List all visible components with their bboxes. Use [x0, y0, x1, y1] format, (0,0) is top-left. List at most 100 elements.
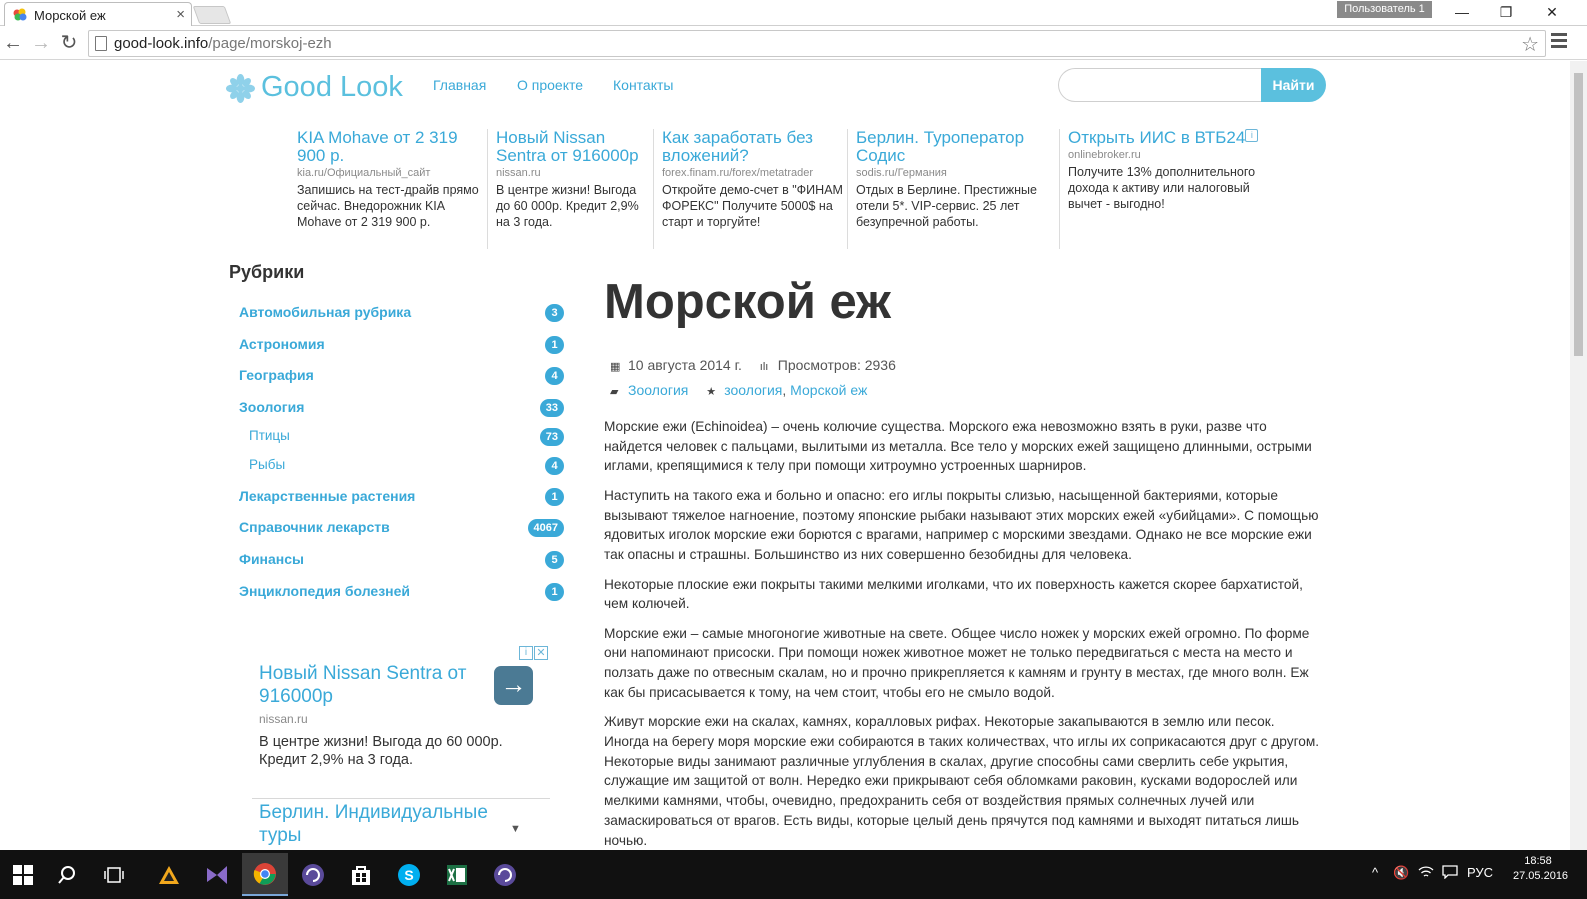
- new-tab-button[interactable]: [192, 6, 232, 24]
- article-category-link[interactable]: Зоология: [628, 382, 688, 398]
- category-item[interactable]: Зоология 33: [229, 397, 566, 419]
- language-indicator[interactable]: РУС: [1467, 865, 1493, 880]
- ad-domain[interactable]: forex.finam.ru/forex/metatrader: [662, 167, 845, 179]
- ad-info-icon[interactable]: i: [1245, 129, 1259, 142]
- browser-tab[interactable]: Морской еж ×: [4, 2, 192, 26]
- ad-domain[interactable]: nissan.ru: [496, 167, 651, 179]
- profile-badge[interactable]: Пользователь 1: [1337, 1, 1432, 18]
- restore-icon[interactable]: ❐: [1484, 0, 1528, 24]
- star-icon: ★: [706, 386, 717, 398]
- tray-chevron-icon[interactable]: ^: [1372, 865, 1378, 880]
- ad-title[interactable]: KIA Mohave от 2 319 900 р.: [297, 129, 485, 165]
- ad-close-icon[interactable]: ✕: [534, 646, 548, 660]
- category-count-badge: 4067: [527, 519, 564, 537]
- category-item[interactable]: Автомобильная рубрика 3: [229, 302, 566, 324]
- page-icon: [95, 36, 107, 51]
- clock-date: 27.05.2016: [1513, 870, 1569, 882]
- search-input[interactable]: [1058, 68, 1263, 102]
- category-count-badge: 5: [545, 551, 564, 569]
- network-icon[interactable]: [1418, 865, 1434, 882]
- ad-unit[interactable]: Берлин. Туроператор Содис sodis.ru/Герма…: [847, 129, 1059, 249]
- back-icon[interactable]: ←: [0, 30, 26, 56]
- divider: [252, 798, 550, 799]
- category-item[interactable]: Справочник лекарств 4067: [229, 517, 566, 539]
- category-item[interactable]: География 4: [229, 365, 566, 387]
- article-paragraph: Наступить на такого ежа и больно и опасн…: [604, 487, 1319, 563]
- category-label[interactable]: Зоология: [239, 399, 304, 415]
- nav-about[interactable]: О проекте: [517, 77, 583, 93]
- ad-domain[interactable]: kia.ru/Официальный_сайт: [297, 167, 485, 179]
- ad-domain[interactable]: sodis.ru/Германия: [856, 167, 1059, 179]
- page-viewport: Good Look Главная О проекте Контакты Най…: [0, 61, 1570, 850]
- nav-home[interactable]: Главная: [433, 77, 486, 93]
- notifications-icon[interactable]: [1442, 865, 1458, 882]
- ad-unit[interactable]: Новый Nissan Sentra от 916000р nissan.ru…: [487, 129, 651, 249]
- ad-info-icon[interactable]: i: [519, 646, 533, 660]
- category-count-badge: 4: [545, 457, 564, 475]
- search-icon[interactable]: [44, 853, 90, 896]
- visual-studio-icon[interactable]: [194, 853, 240, 896]
- scrollbar-thumb[interactable]: [1574, 73, 1583, 356]
- tag-link[interactable]: зоология: [724, 382, 782, 398]
- category-label[interactable]: Птицы: [249, 428, 290, 443]
- minimize-icon[interactable]: —: [1440, 0, 1484, 24]
- ad-title[interactable]: Как заработать без вложений?: [662, 129, 845, 165]
- ad-title[interactable]: Новый Nissan Sentra от 916000р: [496, 129, 651, 165]
- url-text[interactable]: good-look.info/page/morskoj-ezh: [114, 35, 332, 52]
- ad-unit[interactable]: KIA Mohave от 2 319 900 р. kia.ru/Официа…: [289, 129, 485, 249]
- chrome-icon[interactable]: [242, 853, 288, 896]
- nav-contacts[interactable]: Контакты: [613, 77, 673, 93]
- category-item[interactable]: Лекарственные растения 1: [229, 486, 566, 508]
- category-label[interactable]: Финансы: [239, 551, 304, 567]
- volume-icon[interactable]: 🔇: [1393, 865, 1409, 881]
- tag-link[interactable]: Морской еж: [790, 382, 867, 398]
- category-label[interactable]: Энциклопедия болезней: [239, 583, 410, 599]
- category-item[interactable]: Астрономия 1: [229, 334, 566, 356]
- excel-icon[interactable]: [434, 853, 480, 896]
- address-bar[interactable]: good-look.info/page/morskoj-ezh ☆: [88, 30, 1546, 57]
- browser-menu-icon[interactable]: [1551, 33, 1567, 53]
- category-label[interactable]: Справочник лекарств: [239, 519, 390, 535]
- category-label[interactable]: Лекарственные растения: [239, 488, 415, 504]
- arrow-right-icon[interactable]: →: [494, 666, 533, 705]
- ad-title[interactable]: Открыть ИИС в ВТБ24 i: [1068, 129, 1264, 147]
- reload-icon[interactable]: ↻: [56, 30, 82, 56]
- ad-title[interactable]: Берлин. Туроператор Содис: [856, 129, 1059, 165]
- category-label[interactable]: Астрономия: [239, 336, 325, 352]
- article-meta-row: ▦ 10 августа 2014 г. ılı Просмотров: 2936: [610, 357, 896, 373]
- category-label[interactable]: Рыбы: [249, 457, 285, 472]
- bar-chart-icon: ılı: [759, 361, 769, 373]
- clock-time: 18:58: [1524, 855, 1552, 867]
- category-label[interactable]: Автомобильная рубрика: [239, 304, 411, 320]
- close-window-icon[interactable]: ✕: [1530, 0, 1574, 24]
- category-count-badge: 1: [545, 336, 564, 354]
- category-count-badge: 33: [539, 399, 564, 417]
- forward-icon[interactable]: →: [28, 30, 54, 56]
- store-bag-icon[interactable]: [338, 853, 384, 896]
- tab-close-icon[interactable]: ×: [176, 6, 185, 23]
- page-scrollbar[interactable]: [1570, 61, 1587, 850]
- ad-domain[interactable]: onlinebroker.ru: [1068, 149, 1264, 161]
- app-swirl-icon-2[interactable]: [482, 853, 528, 896]
- chevron-down-icon[interactable]: ▼: [510, 823, 521, 835]
- task-view-icon[interactable]: [91, 853, 137, 896]
- ad-unit[interactable]: Открыть ИИС в ВТБ24 i onlinebroker.ru Пол…: [1059, 129, 1264, 249]
- search-button[interactable]: Найти: [1261, 68, 1326, 102]
- category-label[interactable]: География: [239, 367, 314, 383]
- ad-unit[interactable]: Как заработать без вложений? forex.finam…: [653, 129, 845, 249]
- start-windows-icon[interactable]: [0, 853, 46, 896]
- category-item[interactable]: Энциклопедия болезней 1: [229, 581, 566, 603]
- sidebar-ad-domain[interactable]: nissan.ru: [259, 712, 308, 726]
- subcategory-item[interactable]: Птицы 73: [229, 426, 566, 448]
- tag-separator: ,: [782, 382, 791, 398]
- skype-icon[interactable]: S: [386, 853, 432, 896]
- taskbar-clock[interactable]: 18:58 27.05.2016: [1513, 854, 1569, 884]
- app-swirl-icon[interactable]: [290, 853, 336, 896]
- category-item[interactable]: Финансы 5: [229, 549, 566, 571]
- ad-text: В центре жизни! Выгода до 60 000р. Креди…: [496, 183, 639, 229]
- sidebar-ad-title[interactable]: Новый Nissan Sentra от 916000р: [259, 662, 489, 708]
- bookmark-star-icon[interactable]: ☆: [1521, 32, 1539, 57]
- sidebar-ad-title-2[interactable]: Берлин. Индивидуальные туры: [259, 801, 499, 847]
- subcategory-item[interactable]: Рыбы 4: [229, 455, 566, 477]
- vlc-triangle-icon[interactable]: [146, 853, 192, 896]
